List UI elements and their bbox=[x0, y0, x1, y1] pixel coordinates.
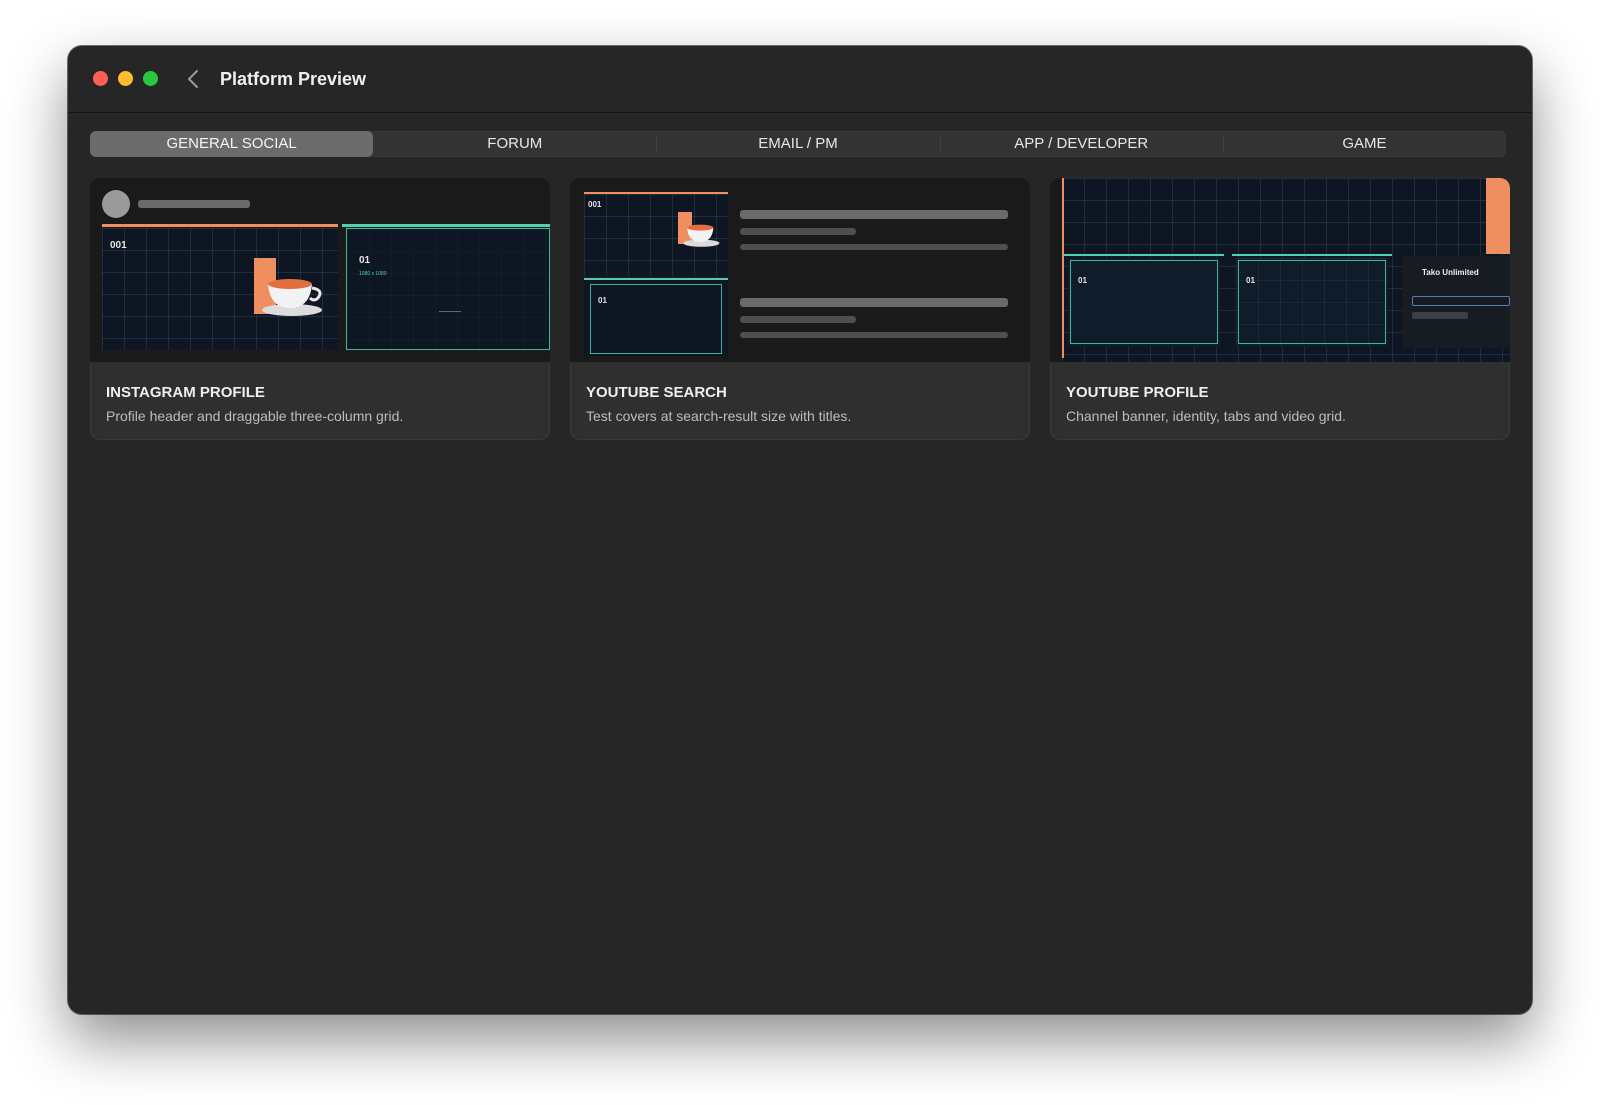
search-cover: 001 bbox=[584, 194, 728, 276]
youtube-search-thumbnail: 001 01 bbox=[570, 178, 1030, 362]
post-tile: 001 bbox=[102, 228, 338, 350]
meta-placeholder bbox=[740, 244, 1008, 250]
avatar bbox=[102, 190, 130, 218]
title-placeholder bbox=[740, 298, 1008, 307]
accent-bar bbox=[342, 224, 550, 227]
chevron-left-icon bbox=[188, 70, 198, 88]
window-title: Platform Preview bbox=[220, 69, 367, 89]
cover-number: 001 bbox=[588, 200, 602, 209]
channel-placeholder bbox=[740, 228, 856, 235]
tab-app-developer[interactable]: APP / DEVELOPER bbox=[939, 131, 1223, 157]
tab-email-pm[interactable]: EMAIL / PM bbox=[656, 131, 939, 157]
card-description: Profile header and draggable three-colum… bbox=[106, 408, 404, 424]
card-title: INSTAGRAM PROFILE bbox=[106, 384, 265, 401]
cover-number: 01 bbox=[598, 296, 607, 305]
video-number: 01 bbox=[1078, 276, 1087, 285]
search-cover: 01 bbox=[584, 280, 728, 356]
instagram-thumbnail: 001 01 1080 x 1080 bbox=[90, 178, 550, 362]
title-bar: Platform Preview bbox=[68, 46, 1532, 113]
card-title: YOUTUBE SEARCH bbox=[586, 384, 727, 401]
tab-general-social[interactable]: GENERAL SOCIAL bbox=[90, 131, 374, 157]
title-placeholder bbox=[740, 210, 1008, 219]
banner-accent bbox=[1486, 178, 1510, 254]
channel-banner: 01 01 Tako Unlimited bbox=[1062, 178, 1510, 362]
card-title: YOUTUBE PROFILE bbox=[1066, 384, 1209, 401]
card-youtube-profile[interactable]: 01 01 Tako Unlimited YOUTUBE PROFILE Cha… bbox=[1050, 178, 1510, 440]
card-youtube-search[interactable]: 001 01 YOUTUBE SEARCH Test covers at sea… bbox=[570, 178, 1030, 440]
card-description: Test covers at search-result size with t… bbox=[586, 408, 852, 424]
maximize-window-button[interactable] bbox=[143, 71, 158, 86]
post-size-label: 1080 x 1080 bbox=[359, 271, 387, 277]
post-tile: 01 1080 x 1080 bbox=[346, 228, 550, 350]
video-tile: 01 bbox=[1068, 258, 1220, 346]
channel-name: Tako Unlimited bbox=[1422, 268, 1479, 277]
card-description: Channel banner, identity, tabs and video… bbox=[1066, 408, 1346, 424]
username-placeholder bbox=[138, 200, 250, 208]
back-button[interactable] bbox=[186, 66, 204, 92]
minimize-window-button[interactable] bbox=[118, 71, 133, 86]
youtube-profile-thumbnail: 01 01 Tako Unlimited bbox=[1050, 178, 1510, 362]
tab-game[interactable]: GAME bbox=[1222, 131, 1506, 157]
coffee-cup-icon bbox=[683, 224, 720, 247]
meta-placeholder bbox=[740, 332, 1008, 338]
accent-bar bbox=[102, 224, 338, 227]
card-instagram-profile[interactable]: 001 01 1080 x 1080 INSTAGRAM PROFILE Pro… bbox=[90, 178, 550, 440]
channel-placeholder bbox=[740, 316, 856, 323]
post-number: 01 bbox=[359, 255, 371, 266]
app-window: Platform Preview GENERAL SOCIAL FORUM EM… bbox=[68, 46, 1532, 1014]
platform-tabs: GENERAL SOCIAL FORUM EMAIL / PM APP / DE… bbox=[90, 131, 1506, 157]
post-number: 001 bbox=[110, 240, 127, 251]
close-window-button[interactable] bbox=[93, 71, 108, 86]
video-tile: 01 bbox=[1236, 258, 1388, 346]
preview-cards: 001 01 1080 x 1080 INSTAGRAM PROFILE Pro… bbox=[90, 178, 1510, 440]
accent-bar bbox=[1232, 254, 1392, 256]
coffee-cup-icon bbox=[262, 279, 322, 316]
video-number: 01 bbox=[1246, 276, 1255, 285]
channel-popup: Tako Unlimited bbox=[1402, 256, 1510, 348]
tab-forum[interactable]: FORUM bbox=[373, 131, 656, 157]
accent-bar bbox=[1064, 254, 1224, 256]
